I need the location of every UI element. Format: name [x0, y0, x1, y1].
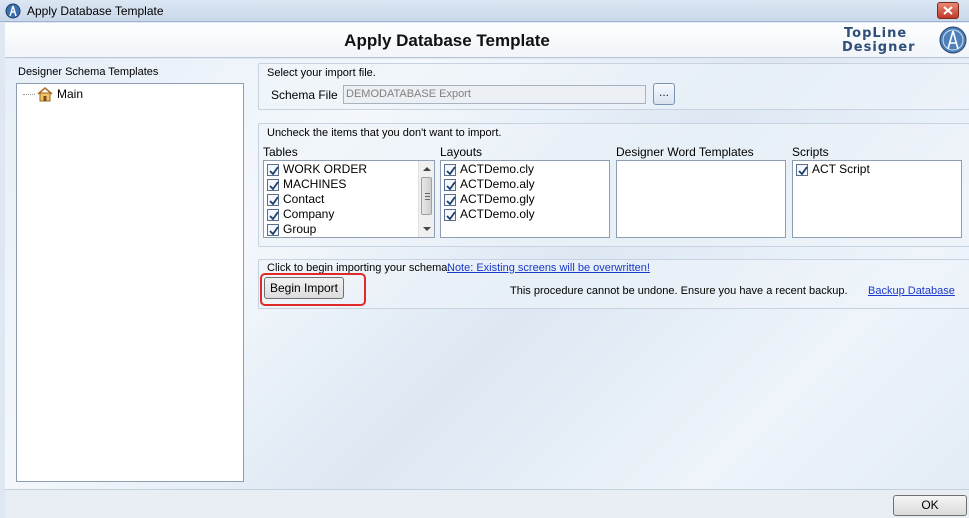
checkbox[interactable]	[796, 164, 808, 176]
checkbox[interactable]	[444, 209, 456, 221]
dialog-frame: Apply Database Template TopLine Designer…	[0, 22, 969, 518]
close-icon	[943, 6, 953, 15]
layouts-label: Layouts	[440, 145, 483, 159]
checkbox[interactable]	[444, 164, 456, 176]
check-icon	[269, 166, 279, 176]
schema-templates-tree[interactable]: Main	[16, 83, 244, 482]
check-icon	[269, 196, 279, 206]
backup-warning: This procedure cannot be undone. Ensure …	[510, 285, 848, 297]
tables-list[interactable]: WORK ORDER MACHINES Contact Company Grou…	[263, 160, 435, 238]
title-bar: Apply Database Template	[0, 0, 969, 22]
check-icon	[798, 166, 808, 176]
dialog-header: Apply Database Template TopLine Designer	[5, 23, 969, 58]
word-templates-label: Designer Word Templates	[616, 145, 754, 159]
schema-templates-panel: Designer Schema Templates Main	[14, 66, 250, 486]
schema-file-label: Schema File	[271, 88, 338, 102]
scroll-down-icon[interactable]	[423, 227, 431, 231]
dialog-footer: OK	[5, 489, 969, 518]
ok-button[interactable]: OK	[893, 495, 967, 516]
compass-icon	[939, 26, 967, 54]
check-icon	[446, 181, 456, 191]
tree-item-label: Main	[57, 87, 84, 101]
scroll-up-icon[interactable]	[423, 167, 431, 171]
scripts-list[interactable]: ACT Script	[792, 160, 962, 238]
dialog-content: Designer Schema Templates Main Select yo…	[5, 59, 969, 489]
tables-label: Tables	[263, 145, 298, 159]
house-icon	[37, 86, 53, 102]
schema-file-field[interactable]: DEMODATABASE Export	[343, 85, 646, 104]
checkbox[interactable]	[444, 194, 456, 206]
schema-templates-label: Designer Schema Templates	[18, 66, 159, 78]
scripts-label: Scripts	[792, 145, 829, 159]
designer-app-icon	[5, 3, 21, 19]
begin-import-group: Click to begin importing your schema. No…	[258, 259, 969, 309]
checkbox[interactable]	[444, 179, 456, 191]
layouts-list[interactable]: ACTDemo.cly ACTDemo.aly ACTDemo.gly ACTD…	[440, 160, 610, 238]
checkbox[interactable]	[267, 224, 279, 236]
backup-database-link[interactable]: Backup Database	[868, 285, 955, 297]
tables-scrollbar[interactable]	[418, 161, 434, 237]
overwrite-note-link[interactable]: Note: Existing screens will be overwritt…	[447, 262, 650, 274]
checkbox[interactable]	[267, 179, 279, 191]
check-icon	[446, 211, 456, 221]
scroll-thumb[interactable]	[421, 177, 432, 215]
topline-designer-logo: TopLine Designer	[839, 24, 969, 57]
check-icon	[446, 196, 456, 206]
import-file-group: Select your import file. Schema File DEM…	[258, 63, 969, 110]
import-file-label: Select your import file.	[267, 67, 376, 79]
checkbox[interactable]	[267, 194, 279, 206]
check-icon	[269, 226, 279, 236]
check-icon	[269, 211, 279, 221]
checkbox[interactable]	[267, 164, 279, 176]
browse-button[interactable]: ...	[653, 83, 675, 105]
close-button[interactable]	[937, 2, 959, 19]
window-title: Apply Database Template	[27, 4, 164, 18]
begin-import-button[interactable]: Begin Import	[264, 277, 344, 299]
check-icon	[269, 181, 279, 191]
import-items-instruction: Uncheck the items that you don't want to…	[267, 127, 502, 139]
dialog-heading: Apply Database Template	[344, 31, 550, 50]
import-items-group: Uncheck the items that you don't want to…	[258, 123, 969, 247]
word-templates-list[interactable]	[616, 160, 786, 238]
check-icon	[446, 166, 456, 176]
checkbox[interactable]	[267, 209, 279, 221]
